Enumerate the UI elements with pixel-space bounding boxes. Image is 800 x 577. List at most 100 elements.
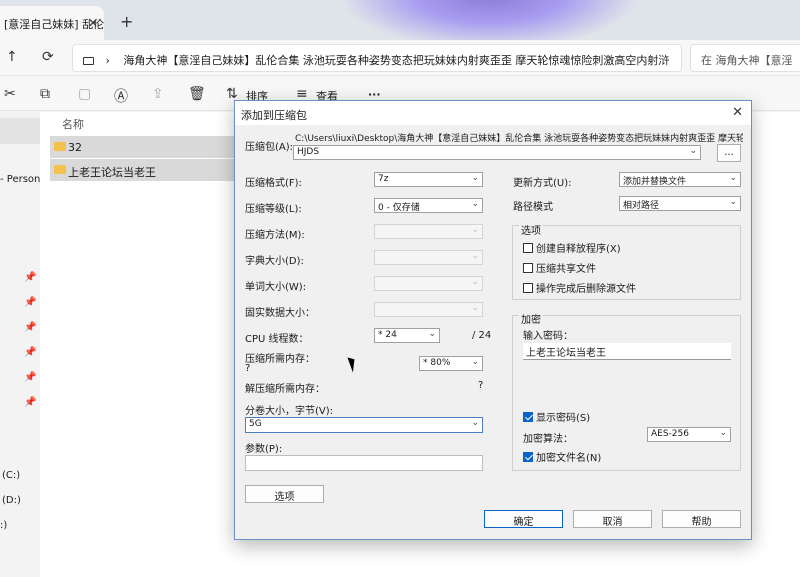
shared-checkbox[interactable]: 压缩共享文件 (523, 260, 596, 275)
pin-icon: 📌 (24, 397, 37, 408)
word-select: ⌄ (374, 276, 483, 291)
solid-label: 固实数据大小： (245, 308, 315, 319)
folder-icon (54, 142, 66, 151)
nav-drive-c[interactable]: (C:) (2, 470, 20, 481)
pin-icon: 📌 (24, 322, 37, 333)
archive-name-combo[interactable]: HJDS ⌄ (293, 145, 701, 160)
delete-label: 操作完成后删除源文件 (536, 284, 636, 295)
wallpaper-glow (340, 0, 640, 40)
chevron-down-icon: ⌄ (719, 428, 727, 438)
level-select[interactable]: 0 - 仅存储 ⌄ (374, 198, 483, 213)
sfx-checkbox[interactable]: 创建自释放程序(X) (523, 240, 621, 255)
mem-comp-select[interactable]: * 80% ⌄ (419, 356, 483, 371)
format-value: 7z (378, 174, 389, 184)
algo-value: AES-256 (651, 429, 689, 439)
chevron-down-icon: ⌄ (471, 199, 479, 209)
tab-close-icon[interactable]: ✕ (88, 16, 98, 30)
nav-item-personal[interactable]: - Person (0, 174, 40, 185)
monitor-icon (83, 57, 94, 65)
password-input[interactable]: 上老王论坛当老王 (523, 343, 731, 360)
show-password-label: 显示密码(S) (536, 413, 591, 424)
address-row: ↑ ⟳ › 海角大神【意淫自己妹妹】乱伦合集 泳池玩耍各种姿势变态把玩妹妹内射爽… (0, 40, 800, 76)
refresh-icon[interactable]: ⟳ (42, 49, 54, 65)
nav-drive-d[interactable]: (D:) (2, 495, 21, 506)
cpu-total: / 24 (472, 330, 492, 341)
navigation-pane: - Person 📌 📌 📌 📌 📌 📌 (C:) (D:) :) (0, 112, 40, 577)
column-header-name[interactable]: 名称 (62, 116, 84, 132)
ok-button[interactable]: 确定 (484, 510, 563, 528)
archive-name-value: HJDS (297, 147, 320, 157)
encrypt-names-checkbox[interactable]: 加密文件名(N) (523, 449, 601, 464)
update-select[interactable]: 添加并替换文件 ⌄ (619, 172, 741, 187)
browser-tab[interactable]: [意淫自己妹妹] 乱伦 ✕ (0, 6, 104, 40)
chevron-down-icon: ⌄ (471, 225, 479, 235)
method-label: 压缩方法(M): (245, 230, 305, 241)
pin-icon: 📌 (24, 272, 37, 283)
cpu-select[interactable]: * 24 ⌄ (374, 328, 440, 343)
file-name: 32 (68, 141, 82, 154)
algo-label: 加密算法： (523, 434, 573, 445)
path-label: 路径模式 (513, 202, 553, 213)
chevron-down-icon: ⌄ (471, 173, 479, 183)
checkbox-box (523, 243, 533, 253)
format-select[interactable]: 7z ⌄ (374, 172, 483, 187)
chevron-right-icon: › (105, 54, 110, 67)
up-arrow-icon[interactable]: ↑ (6, 49, 18, 65)
path-value: 相对路径 (623, 201, 660, 211)
chevron-down-icon: ⌄ (689, 146, 697, 156)
search-input[interactable]: 在 海角大神【意淫 (690, 44, 800, 72)
method-select: ⌄ (374, 224, 483, 239)
rename-icon[interactable]: Ⓐ (114, 86, 128, 106)
mem-comp-value: * 80% (423, 358, 451, 368)
delete-checkbox[interactable]: 操作完成后删除源文件 (523, 280, 636, 295)
file-name: 上老王论坛当老王 (68, 166, 156, 179)
help-button[interactable]: 帮助 (662, 510, 741, 528)
chevron-down-icon: ⌄ (471, 251, 479, 261)
delete-icon[interactable]: 🗑 (188, 86, 206, 102)
cpu-value: * 24 (378, 330, 397, 340)
archive-path: C:\Users\liuxi\Desktop\海角大神【意淫自己妹妹】乱伦合集 … (295, 134, 743, 144)
dialog-title-bar: 添加到压缩包 ✕ (235, 101, 751, 125)
chevron-down-icon: ⌄ (428, 329, 436, 339)
checkbox-box-checked (523, 412, 533, 422)
password-label: 输入密码： (523, 331, 573, 342)
encrypt-names-label: 加密文件名(N) (536, 453, 602, 464)
options-button[interactable]: 选项 (245, 485, 324, 503)
encryption-group-title: 加密 (519, 311, 543, 326)
pin-icon: 📌 (24, 372, 37, 383)
chevron-down-icon: ⌄ (471, 418, 479, 428)
split-value: 5G (249, 419, 262, 429)
solid-select: ⌄ (374, 302, 483, 317)
nav-drive-e[interactable]: :) (0, 520, 7, 531)
params-input[interactable] (245, 455, 483, 471)
pin-icon: 📌 (24, 347, 37, 358)
show-password-checkbox[interactable]: 显示密码(S) (523, 409, 590, 424)
word-label: 单词大小(W): (245, 282, 307, 293)
copy-icon[interactable]: ⧉ (40, 86, 50, 102)
add-to-archive-dialog: 添加到压缩包 ✕ 压缩包(A): C:\Users\liuxi\Desktop\… (234, 100, 752, 540)
mem-decomp-label: 解压缩所需内存： (245, 384, 325, 395)
algo-select[interactable]: AES-256 ⌄ (647, 427, 731, 442)
share-icon: ⇪ (152, 86, 164, 102)
checkbox-box (523, 263, 533, 273)
cancel-button[interactable]: 取消 (573, 510, 652, 528)
chevron-down-icon: ⌄ (471, 277, 479, 287)
mem-comp-q: ? (245, 363, 251, 374)
mem-decomp-q: ? (478, 380, 484, 391)
new-tab-icon[interactable]: + (120, 12, 133, 31)
mem-comp-label: 压缩所需内存： (245, 354, 315, 365)
split-select[interactable]: 5G ⌄ (245, 417, 483, 433)
address-bar[interactable]: › 海角大神【意淫自己妹妹】乱伦合集 泳池玩耍各种姿势变态把玩妹妹内射爽歪歪 摩… (72, 44, 682, 72)
chevron-down-icon: ⌄ (729, 173, 737, 183)
cut-icon[interactable]: ✂ (4, 86, 16, 102)
chevron-down-icon: ⌄ (471, 357, 479, 367)
path-select[interactable]: 相对路径 ⌄ (619, 196, 741, 211)
dialog-title: 添加到压缩包 (241, 109, 307, 122)
params-label: 参数(P): (245, 444, 283, 455)
level-label: 压缩等级(L): (245, 204, 302, 215)
browse-button[interactable]: ... (717, 144, 741, 162)
address-text: 海角大神【意淫自己妹妹】乱伦合集 泳池玩耍各种姿势变态把玩妹妹内射爽歪歪 摩天轮… (123, 54, 670, 67)
nav-selected-item[interactable] (0, 118, 40, 144)
update-label: 更新方式(U): (513, 178, 572, 189)
close-icon[interactable]: ✕ (732, 105, 743, 120)
